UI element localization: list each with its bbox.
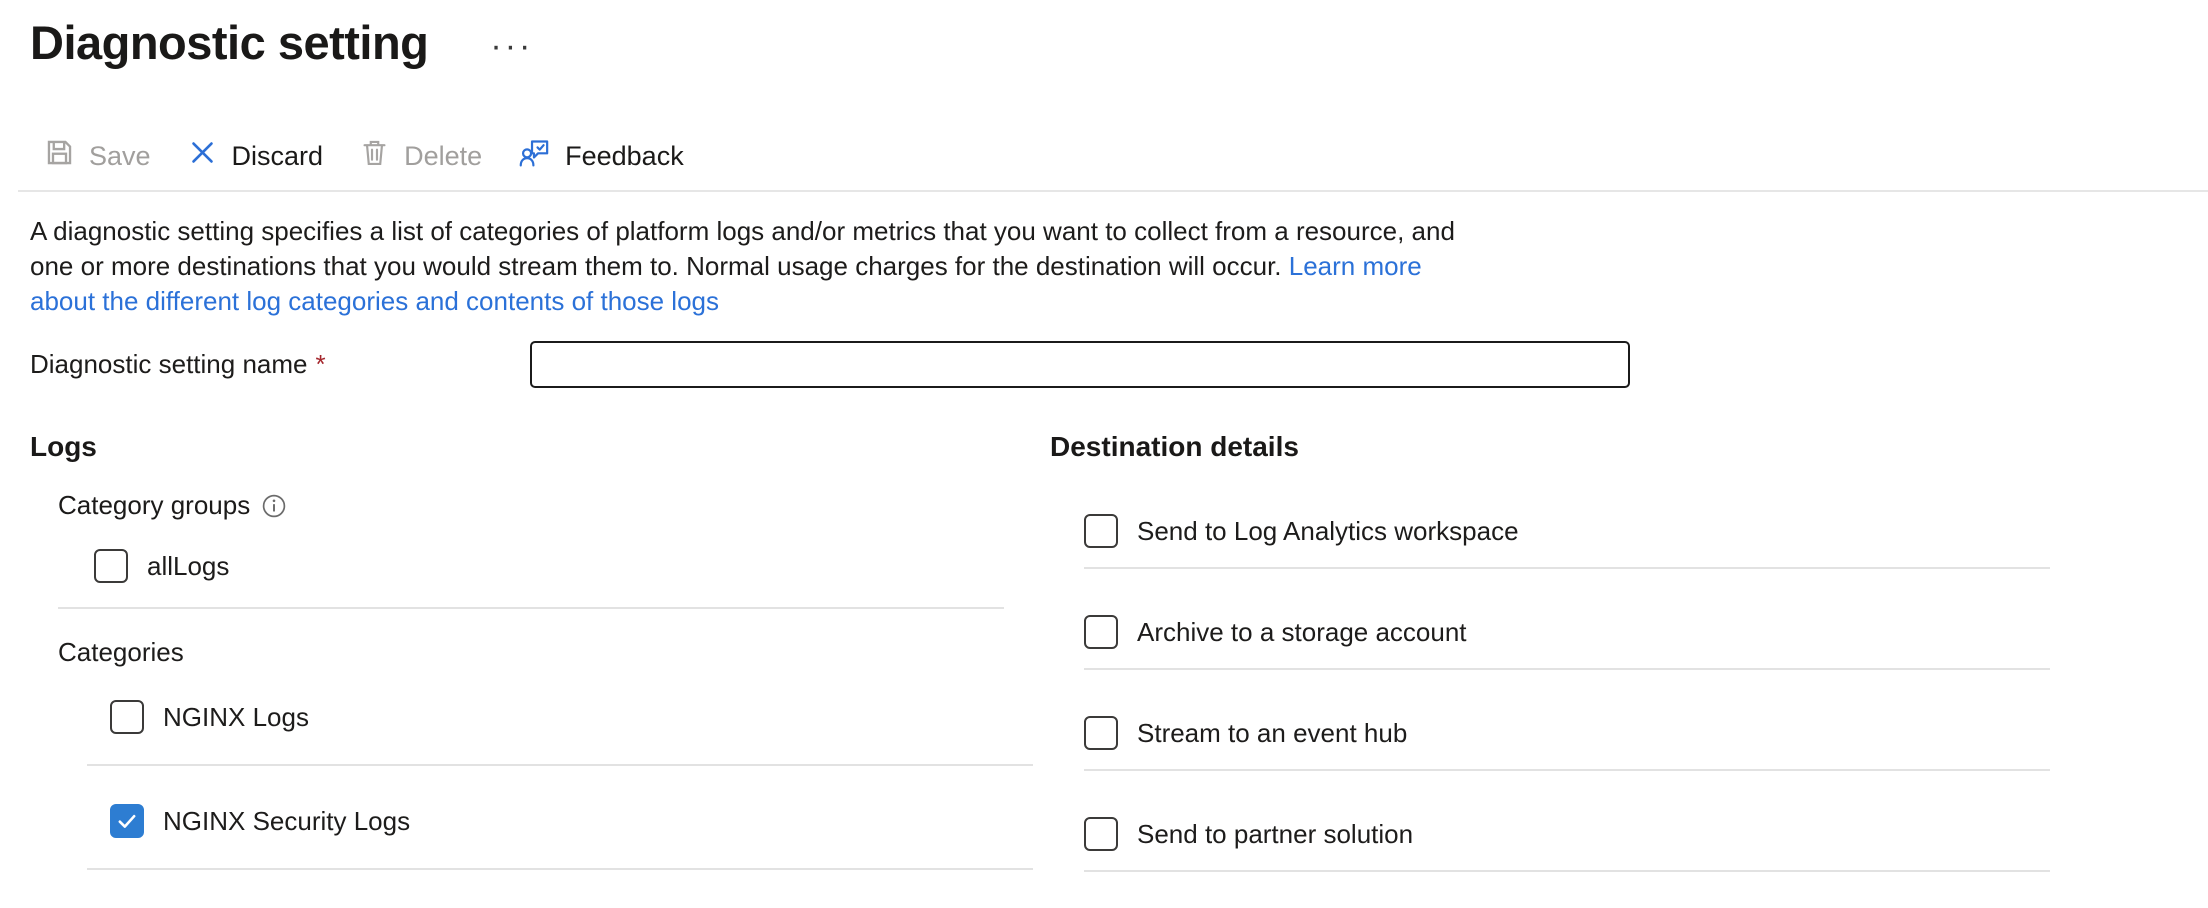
partner-solution-checkbox[interactable] [1084, 817, 1118, 851]
feedback-button-label: Feedback [565, 141, 684, 172]
description-body: A diagnostic setting specifies a list of… [30, 216, 1455, 281]
delete-button[interactable]: Delete [359, 137, 482, 175]
divider [1084, 769, 2050, 771]
divider [1084, 870, 2050, 872]
log-analytics-label[interactable]: Send to Log Analytics workspace [1137, 516, 1519, 547]
description-text: A diagnostic setting specifies a list of… [30, 214, 1485, 319]
logs-section: Logs Category groups allLogs Ca [30, 430, 1032, 872]
checkbox-row-nginx-logs[interactable]: NGINX Logs [110, 698, 1032, 736]
checkbox-row-partner-solution[interactable]: Send to partner solution [1084, 815, 2049, 853]
nginx-logs-checkbox[interactable] [110, 700, 144, 734]
title-row: Diagnostic setting ··· [30, 14, 2208, 72]
checkbox-row-storage-account[interactable]: Archive to a storage account [1084, 613, 2049, 651]
feedback-button[interactable]: Feedback [518, 136, 684, 176]
checkbox-row-alllogs[interactable]: allLogs [94, 547, 1032, 585]
diagnostic-setting-page: Diagnostic setting ··· Save Discard [0, 0, 2208, 908]
overflow-menu-button[interactable]: ··· [486, 30, 537, 62]
checkbox-row-log-analytics[interactable]: Send to Log Analytics workspace [1084, 512, 2049, 550]
destination-details-section: Destination details Send to Log Analytic… [1050, 430, 2049, 872]
checkbox-row-nginx-security-logs[interactable]: NGINX Security Logs [110, 802, 1032, 840]
discard-button-label: Discard [232, 141, 324, 172]
nginx-security-logs-checkbox[interactable] [110, 804, 144, 838]
nginx-security-logs-label[interactable]: NGINX Security Logs [163, 806, 410, 837]
feedback-icon [518, 136, 551, 176]
diagnostic-setting-name-input[interactable] [530, 341, 1630, 388]
save-button[interactable]: Save [44, 137, 151, 175]
discard-icon [187, 137, 218, 175]
divider [1084, 567, 2050, 569]
name-field-row: Diagnostic setting name * [30, 341, 2208, 388]
settings-columns: Logs Category groups allLogs Ca [30, 430, 2208, 872]
nginx-logs-label[interactable]: NGINX Logs [163, 702, 309, 733]
save-button-label: Save [89, 141, 151, 172]
divider [87, 764, 1033, 766]
event-hub-checkbox[interactable] [1084, 716, 1118, 750]
divider [58, 607, 1004, 609]
delete-icon [359, 137, 390, 175]
log-analytics-checkbox[interactable] [1084, 514, 1118, 548]
name-field-label: Diagnostic setting name * [30, 349, 530, 380]
checkbox-row-event-hub[interactable]: Stream to an event hub [1084, 714, 2049, 752]
destination-details-heading: Destination details [1050, 430, 2049, 464]
page-title: Diagnostic setting [30, 14, 428, 72]
alllogs-label[interactable]: allLogs [147, 551, 229, 582]
command-bar: Save Discard Delete [44, 134, 2208, 178]
category-groups-label: Category groups [58, 490, 250, 521]
event-hub-label[interactable]: Stream to an event hub [1137, 718, 1407, 749]
storage-account-checkbox[interactable] [1084, 615, 1118, 649]
divider [87, 868, 1033, 870]
storage-account-label[interactable]: Archive to a storage account [1137, 617, 1467, 648]
save-icon [44, 137, 75, 175]
category-groups-row: Category groups [58, 490, 1032, 521]
discard-button[interactable]: Discard [187, 137, 324, 175]
toolbar-divider [18, 190, 2208, 192]
name-field-label-text: Diagnostic setting name [30, 349, 307, 379]
divider [1084, 668, 2050, 670]
delete-button-label: Delete [404, 141, 482, 172]
required-asterisk: * [315, 349, 325, 379]
logs-heading: Logs [30, 430, 1032, 464]
partner-solution-label[interactable]: Send to partner solution [1137, 819, 1413, 850]
info-icon[interactable] [261, 493, 287, 519]
categories-label: Categories [58, 637, 1032, 668]
alllogs-checkbox[interactable] [94, 549, 128, 583]
